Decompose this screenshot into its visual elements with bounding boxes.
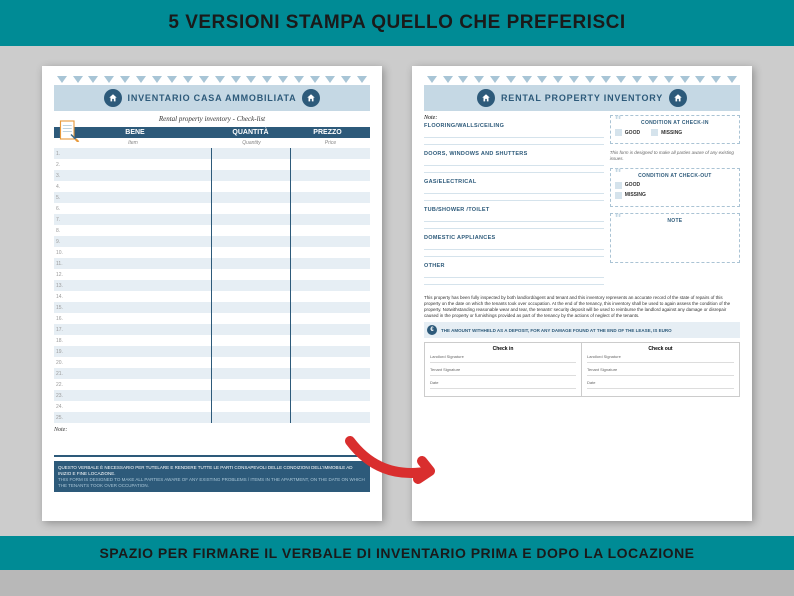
conditions-column: " CONDITION AT CHECK-IN GOODMISSING This… bbox=[610, 115, 740, 291]
house-logo-icon bbox=[302, 89, 320, 107]
table-row: 15. bbox=[54, 302, 370, 313]
category-section: OTHER bbox=[424, 263, 604, 285]
house-logo-icon bbox=[669, 89, 687, 107]
missing-checkbox bbox=[615, 192, 622, 199]
category-section: GAS/ELECTRICAL bbox=[424, 179, 604, 201]
table-row: 19. bbox=[54, 346, 370, 357]
missing-checkbox bbox=[651, 129, 658, 136]
page-1: INVENTARIO CASA AMMOBILIATA Rental prope… bbox=[42, 66, 382, 521]
table-row: 3. bbox=[54, 170, 370, 181]
category-section: DOMESTIC APPLIANCES bbox=[424, 235, 604, 257]
category-section: FLOORING/WALLS/CEILING bbox=[424, 123, 604, 145]
table-row: 13. bbox=[54, 280, 370, 291]
top-banner: 5 VERSIONI STAMPA QUELLO CHE PREFERISCI bbox=[0, 0, 794, 46]
note-box: " NOTE bbox=[610, 213, 740, 263]
category-section: DOORS, WINDOWS AND SHUTTERS bbox=[424, 151, 604, 173]
table-row: 18. bbox=[54, 335, 370, 346]
category-title: TUB/SHOWER /TOILET bbox=[424, 207, 604, 213]
category-section: TUB/SHOWER /TOILET bbox=[424, 207, 604, 229]
page2-title-bar: RENTAL PROPERTY INVENTORY bbox=[424, 85, 740, 111]
table-row: 24. bbox=[54, 401, 370, 412]
page1-subtitle: Rental property inventory - Check-list bbox=[54, 115, 370, 123]
euro-icon: € bbox=[427, 325, 437, 335]
page-2: RENTAL PROPERTY INVENTORY Note: FLOORING… bbox=[412, 66, 752, 521]
checkout-condition-box: " CONDITION AT CHECK-OUT GOOD MISSING bbox=[610, 168, 740, 207]
checkin-signatures: Check in Landlord Signature Tenant Signa… bbox=[425, 343, 582, 396]
category-title: GAS/ELECTRICAL bbox=[424, 179, 604, 185]
table-row: 6. bbox=[54, 203, 370, 214]
table-row: 12. bbox=[54, 269, 370, 280]
table-row: 4. bbox=[54, 181, 370, 192]
arrow-icon bbox=[340, 431, 460, 496]
landlord-signature-line: Landlord Signature bbox=[430, 354, 576, 363]
category-title: OTHER bbox=[424, 263, 604, 269]
table-row: 5. bbox=[54, 192, 370, 203]
categories-column: Note: FLOORING/WALLS/CEILING DOORS, WINDO… bbox=[424, 115, 604, 291]
col-bene-label: BENE bbox=[125, 129, 144, 136]
table-row: 9. bbox=[54, 236, 370, 247]
good-checkbox bbox=[615, 182, 622, 189]
clipboard-icon bbox=[56, 118, 80, 142]
table-header: BENE QUANTITÀ PREZZO bbox=[54, 127, 370, 138]
good-checkbox bbox=[615, 129, 622, 136]
table-row: 20. bbox=[54, 357, 370, 368]
decor-triangles bbox=[54, 76, 370, 83]
tenant-signature-line: Tenant Signature bbox=[587, 367, 734, 376]
checkout-signatures: Check out Landlord Signature Tenant Sign… bbox=[582, 343, 739, 396]
col-price-label: PREZZO bbox=[313, 129, 341, 136]
tenant-signature-line: Tenant Signature bbox=[430, 367, 576, 376]
table-row: 25. bbox=[54, 412, 370, 423]
table-row: 11. bbox=[54, 258, 370, 269]
page2-title: RENTAL PROPERTY INVENTORY bbox=[501, 93, 663, 103]
table-row: 16. bbox=[54, 313, 370, 324]
category-title: DOORS, WINDOWS AND SHUTTERS bbox=[424, 151, 604, 157]
table-row: 7. bbox=[54, 214, 370, 225]
page1-footer: QUESTO VERBALE È NECESSARIO PER TUTELARE… bbox=[54, 461, 370, 492]
landlord-signature-line: Landlord Signature bbox=[587, 354, 734, 363]
pages-container: INVENTARIO CASA AMMOBILIATA Rental prope… bbox=[0, 46, 794, 536]
signature-area: Check in Landlord Signature Tenant Signa… bbox=[424, 342, 740, 397]
category-title: DOMESTIC APPLIANCES bbox=[424, 235, 604, 241]
note-box bbox=[54, 433, 370, 457]
table-row: 8. bbox=[54, 225, 370, 236]
page1-title: INVENTARIO CASA AMMOBILIATA bbox=[128, 93, 297, 103]
date-line: Date bbox=[587, 380, 734, 389]
page1-title-bar: INVENTARIO CASA AMMOBILIATA bbox=[54, 85, 370, 111]
category-title: FLOORING/WALLS/CEILING bbox=[424, 123, 604, 129]
table-row: 21. bbox=[54, 368, 370, 379]
table-row: 17. bbox=[54, 324, 370, 335]
deposit-bar: € THE AMOUNT WITHHELD AS A DEPOSIT, FOR … bbox=[424, 322, 740, 338]
decor-triangles bbox=[424, 76, 740, 83]
house-logo-icon bbox=[104, 89, 122, 107]
col-quantity-label: QUANTITÀ bbox=[232, 129, 268, 136]
table-row: 1. bbox=[54, 148, 370, 159]
checkin-condition-box: " CONDITION AT CHECK-IN GOODMISSING bbox=[610, 115, 740, 144]
house-logo-icon bbox=[477, 89, 495, 107]
table-row: 2. bbox=[54, 159, 370, 170]
inventory-table: 1.2.3.4.5.6.7.8.9.10.11.12.13.14.15.16.1… bbox=[54, 148, 370, 423]
legal-text: This property has been fully inspected b… bbox=[424, 295, 740, 318]
table-row: 14. bbox=[54, 291, 370, 302]
table-row: 10. bbox=[54, 247, 370, 258]
bottom-banner: SPAZIO PER FIRMARE IL VERBALE DI INVENTA… bbox=[0, 536, 794, 570]
form-description: This form is designed to make all partie… bbox=[610, 150, 740, 162]
table-row: 22. bbox=[54, 379, 370, 390]
date-line: Date bbox=[430, 380, 576, 389]
note-header: Note: bbox=[424, 115, 604, 121]
table-subheader: Item Quantity Price bbox=[54, 140, 370, 146]
table-row: 23. bbox=[54, 390, 370, 401]
